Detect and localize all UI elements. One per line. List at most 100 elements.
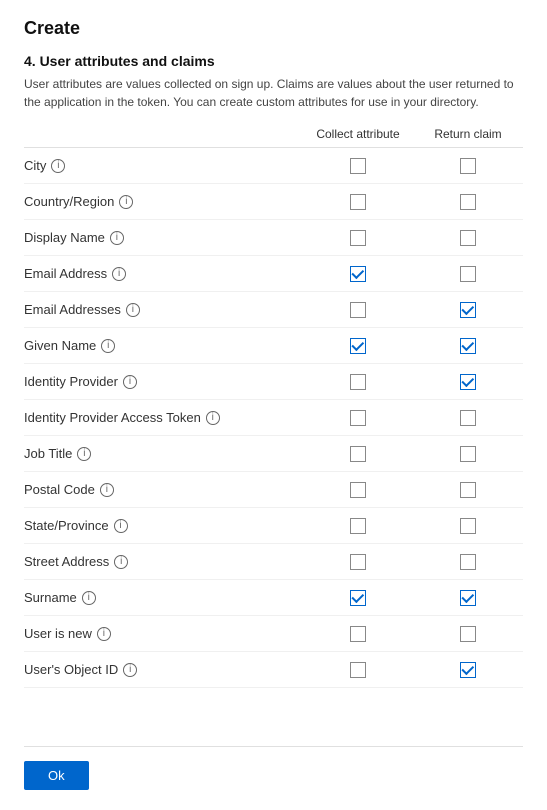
- return-checkbox[interactable]: [460, 590, 476, 606]
- table-row: Street Address i: [24, 544, 523, 580]
- attr-name-cell: User's Object IDi: [24, 662, 303, 677]
- info-icon[interactable]: i: [97, 627, 111, 641]
- collect-cell: [303, 590, 413, 606]
- table-row: Cityi: [24, 148, 523, 184]
- attr-name-cell: Job Titlei: [24, 446, 303, 461]
- collect-checkbox[interactable]: [350, 302, 366, 318]
- info-icon[interactable]: i: [51, 159, 65, 173]
- collect-checkbox[interactable]: [350, 626, 366, 642]
- collect-checkbox[interactable]: [350, 590, 366, 606]
- collect-checkbox[interactable]: [350, 230, 366, 246]
- info-icon[interactable]: i: [101, 339, 115, 353]
- return-cell: [413, 590, 523, 606]
- info-icon[interactable]: i: [123, 663, 137, 677]
- info-icon[interactable]: i: [119, 195, 133, 209]
- collect-cell: [303, 194, 413, 210]
- collect-checkbox[interactable]: [350, 194, 366, 210]
- collect-checkbox[interactable]: [350, 374, 366, 390]
- collect-checkbox[interactable]: [350, 446, 366, 462]
- collect-cell: [303, 482, 413, 498]
- collect-cell: [303, 554, 413, 570]
- page-container: Create 4. User attributes and claims Use…: [0, 0, 547, 810]
- table-row: Display Name i: [24, 220, 523, 256]
- table-row: Job Titlei: [24, 436, 523, 472]
- return-checkbox[interactable]: [460, 518, 476, 534]
- attr-name-text: Email Addresses: [24, 302, 121, 317]
- return-checkbox[interactable]: [460, 374, 476, 390]
- info-icon[interactable]: i: [110, 231, 124, 245]
- collect-checkbox[interactable]: [350, 158, 366, 174]
- attr-name-cell: Identity Provider Access Token i: [24, 410, 303, 425]
- return-cell: [413, 482, 523, 498]
- table-row: Identity Provider Access Token i: [24, 400, 523, 436]
- return-cell: [413, 410, 523, 426]
- collect-cell: [303, 374, 413, 390]
- return-cell: [413, 662, 523, 678]
- info-icon[interactable]: i: [126, 303, 140, 317]
- return-checkbox[interactable]: [460, 266, 476, 282]
- collect-checkbox[interactable]: [350, 554, 366, 570]
- table-row: State/Province i: [24, 508, 523, 544]
- ok-button[interactable]: Ok: [24, 761, 89, 790]
- info-icon[interactable]: i: [206, 411, 220, 425]
- return-cell: [413, 194, 523, 210]
- return-checkbox[interactable]: [460, 194, 476, 210]
- collect-checkbox[interactable]: [350, 410, 366, 426]
- collect-cell: [303, 302, 413, 318]
- collect-cell: [303, 266, 413, 282]
- attr-name-text: Display Name: [24, 230, 105, 245]
- attr-name-cell: Email Address i: [24, 266, 303, 281]
- collect-cell: [303, 158, 413, 174]
- attributes-table: CityiCountry/RegioniDisplay NameiEmail A…: [24, 148, 523, 746]
- attr-name-text: Postal Code: [24, 482, 95, 497]
- info-icon[interactable]: i: [114, 555, 128, 569]
- collect-cell: [303, 446, 413, 462]
- table-row: Email Addresses i: [24, 292, 523, 328]
- attr-name-cell: Email Addresses i: [24, 302, 303, 317]
- info-icon[interactable]: i: [82, 591, 96, 605]
- collect-cell: [303, 518, 413, 534]
- section-heading: 4. User attributes and claims: [24, 53, 523, 69]
- return-checkbox[interactable]: [460, 302, 476, 318]
- return-checkbox[interactable]: [460, 410, 476, 426]
- return-checkbox[interactable]: [460, 482, 476, 498]
- attr-name-text: Identity Provider Access Token: [24, 410, 201, 425]
- attr-name-cell: Given Namei: [24, 338, 303, 353]
- collect-checkbox[interactable]: [350, 662, 366, 678]
- attr-name-cell: Surname i: [24, 590, 303, 605]
- info-icon[interactable]: i: [112, 267, 126, 281]
- collect-checkbox[interactable]: [350, 518, 366, 534]
- table-row: Postal Code i: [24, 472, 523, 508]
- attr-name-cell: Street Address i: [24, 554, 303, 569]
- collect-checkbox[interactable]: [350, 482, 366, 498]
- return-checkbox[interactable]: [460, 554, 476, 570]
- return-cell: [413, 338, 523, 354]
- collect-checkbox[interactable]: [350, 338, 366, 354]
- info-icon[interactable]: i: [77, 447, 91, 461]
- info-icon[interactable]: i: [100, 483, 114, 497]
- return-cell: [413, 626, 523, 642]
- attr-name-cell: Display Name i: [24, 230, 303, 245]
- attr-name-text: State/Province: [24, 518, 109, 533]
- page-title: Create: [24, 18, 523, 39]
- return-checkbox[interactable]: [460, 230, 476, 246]
- collect-checkbox[interactable]: [350, 266, 366, 282]
- return-checkbox[interactable]: [460, 626, 476, 642]
- return-checkbox[interactable]: [460, 662, 476, 678]
- attr-name-text: User is new: [24, 626, 92, 641]
- table-row: User's Object IDi: [24, 652, 523, 688]
- footer: Ok: [24, 746, 523, 790]
- return-checkbox[interactable]: [460, 446, 476, 462]
- info-icon[interactable]: i: [123, 375, 137, 389]
- return-checkbox[interactable]: [460, 158, 476, 174]
- attr-name-text: Email Address: [24, 266, 107, 281]
- attr-name-text: Surname: [24, 590, 77, 605]
- return-checkbox[interactable]: [460, 338, 476, 354]
- section-description: User attributes are values collected on …: [24, 75, 523, 111]
- attr-name-text: Street Address: [24, 554, 109, 569]
- col-return-header: Return claim: [413, 127, 523, 141]
- info-icon[interactable]: i: [114, 519, 128, 533]
- collect-cell: [303, 338, 413, 354]
- table-row: Email Address i: [24, 256, 523, 292]
- collect-cell: [303, 662, 413, 678]
